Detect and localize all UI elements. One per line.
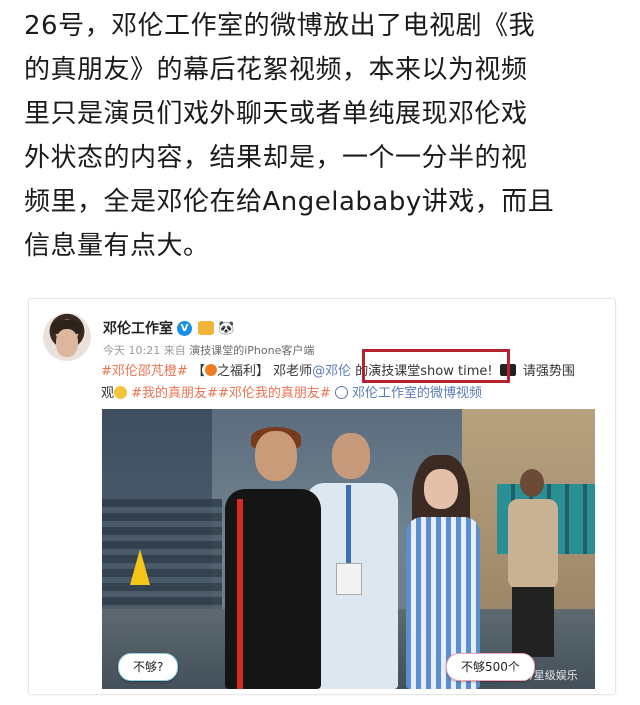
mention-link[interactable]: @邓伦	[312, 364, 351, 379]
watch-text: 请强势围	[518, 364, 575, 379]
lanyard	[346, 485, 351, 565]
play-circle-icon	[334, 386, 348, 399]
video-stairs	[102, 499, 222, 619]
article-line: 26号，邓伦工作室的微博放出了电视剧《我	[24, 11, 536, 41]
welfare-text: 之福利】	[216, 364, 269, 379]
article-line: 频里，全是邓伦在给Angelababy讲戏，而且	[24, 187, 555, 217]
post-from-label: 来自	[163, 344, 186, 357]
member-badge-icon	[198, 321, 214, 335]
post-meta: 今天 10:21 来自 演技课堂的iPhone客户端	[103, 342, 314, 358]
post-text-line: 观 #我的真朋友##邓伦我的真朋友# 邓伦工作室的微博视频	[101, 383, 601, 405]
username[interactable]: 邓伦工作室	[103, 318, 173, 338]
article-line: 信息量有点大。	[24, 231, 210, 261]
avatar-face	[56, 329, 78, 357]
head	[255, 431, 297, 481]
hashtag-link[interactable]: #邓伦邵芃橙#	[101, 364, 188, 379]
video-link[interactable]: 邓伦工作室的微博视频	[352, 386, 482, 401]
post-header: 邓伦工作室 V 🐼	[103, 317, 234, 339]
bracket: 【	[191, 364, 205, 379]
stripe	[237, 499, 243, 689]
body	[508, 499, 558, 589]
article-text: 26号，邓伦工作室的微博放出了电视剧《我 的真朋友》的幕后花絮视频，本来以为视频…	[24, 4, 624, 268]
subtitle-left: 不够?	[118, 653, 179, 681]
head	[520, 469, 544, 497]
verified-icon: V	[177, 320, 192, 336]
orange-emoji-icon	[204, 364, 217, 376]
watch-text-end: 观	[101, 386, 115, 401]
article-line: 的真朋友》的幕后花絮视频，本来以为视频	[24, 55, 528, 85]
teacher-text: 邓老师	[273, 364, 313, 379]
post-time: 今天 10:21	[103, 344, 161, 357]
video-player[interactable]: 不够? 不够500个 百家号/星级娱乐	[102, 409, 595, 689]
badge	[336, 563, 362, 595]
person-actor	[217, 427, 327, 689]
head	[332, 433, 370, 479]
article-line: 外状态的内容，结果却是，一个一分半的视	[24, 143, 528, 173]
watermark: 百家号/星级娱乐	[497, 669, 578, 682]
legs	[512, 587, 554, 657]
panda-badge-icon: 🐼	[218, 320, 235, 336]
avatar[interactable]	[43, 313, 91, 361]
hashtag-link[interactable]: #我的真朋友##邓伦我的真朋友#	[131, 386, 331, 401]
scared-face-icon	[114, 386, 128, 399]
highlight-box	[362, 349, 510, 383]
head	[424, 469, 458, 509]
post-source[interactable]: 演技课堂的iPhone客户端	[189, 344, 314, 357]
article-line: 里只是演员们戏外聊天或者单纯展现邓伦戏	[24, 99, 528, 129]
post-text-line: #邓伦邵芃橙# 【之福利】 邓老师@邓伦 的演技课堂show time! 请强势…	[101, 361, 601, 383]
